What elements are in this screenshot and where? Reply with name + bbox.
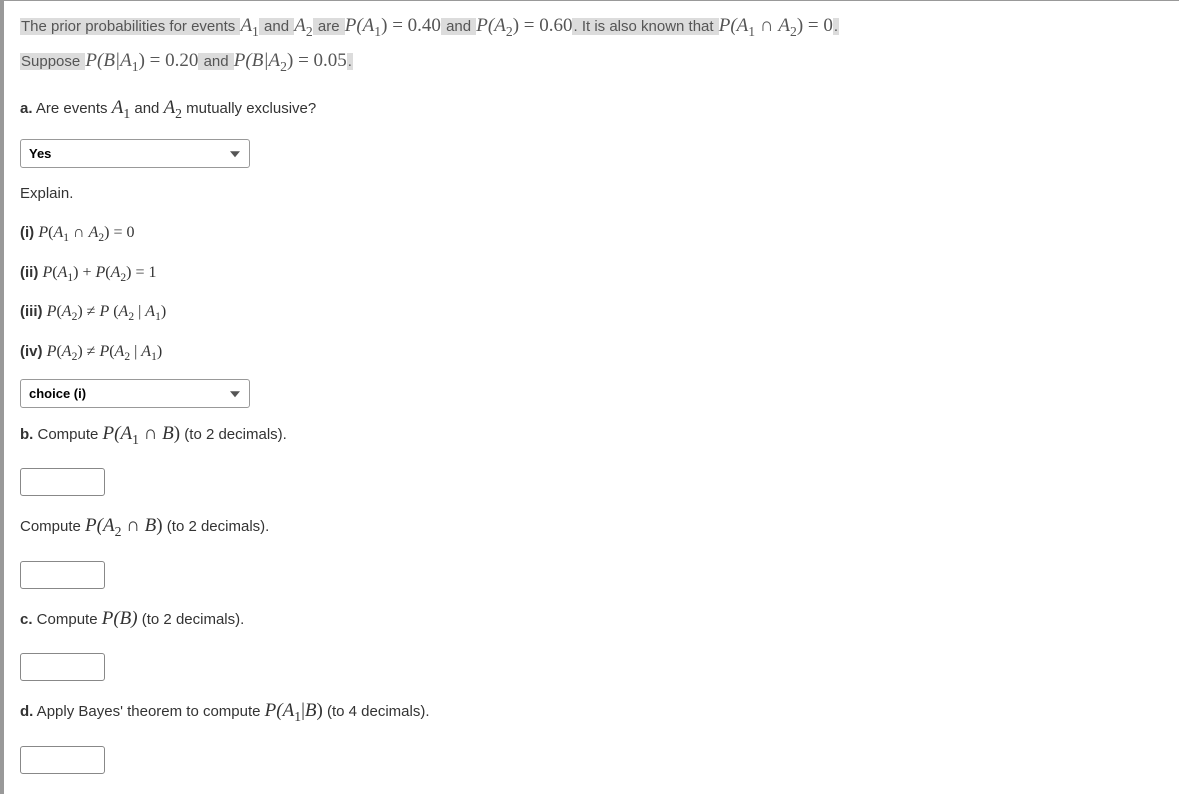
explain-options: (i) P(A1 ∩ A2) = 0 (ii) P(A1) + P(A2) = …	[20, 220, 1163, 366]
part-b-input-2[interactable]	[20, 561, 105, 589]
option-iv: (iv) P(A2) ≠ P(A2 | A1)	[20, 339, 1163, 367]
part-c-input[interactable]	[20, 653, 105, 681]
explain-select-wrap: choice (i)	[20, 379, 250, 408]
part-b-input-1[interactable]	[20, 468, 105, 496]
part-d-question: d. Apply Bayes' theorem to compute P(A1|…	[20, 693, 1163, 730]
part-d-input[interactable]	[20, 746, 105, 774]
mutually-exclusive-select[interactable]: Yes	[20, 139, 250, 168]
part-b2-question: Compute P(A2 ∩ B) (to 2 decimals).	[20, 508, 1163, 545]
explain-label: Explain.	[20, 180, 1163, 209]
part-b-question: b. Compute P(A1 ∩ B) (to 2 decimals).	[20, 416, 1163, 453]
part-a-question: a. Are events A1 and A2 mutually exclusi…	[20, 90, 1163, 127]
option-ii: (ii) P(A1) + P(A2) = 1	[20, 260, 1163, 288]
explain-select[interactable]: choice (i)	[20, 379, 250, 408]
option-i: (i) P(A1 ∩ A2) = 0	[20, 220, 1163, 248]
problem-intro: The prior probabilities for events A1 an…	[20, 9, 1163, 80]
part-c-question: c. Compute P(B) (to 2 decimals).	[20, 601, 1163, 637]
mutually-exclusive-select-wrap: Yes	[20, 139, 250, 168]
option-iii: (iii) P(A2) ≠ P (A2 | A1)	[20, 299, 1163, 327]
